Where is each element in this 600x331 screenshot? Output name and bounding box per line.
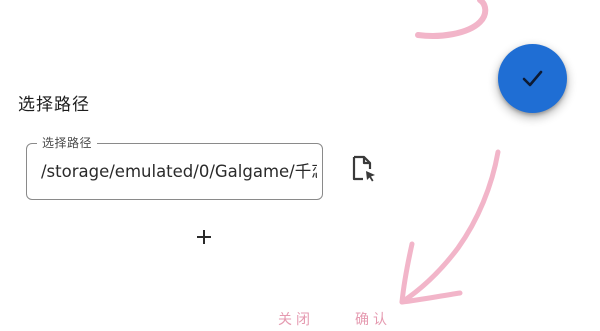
annotation-arrow-top [415,0,489,39]
annotation-overlay [399,0,501,305]
annotation-arrow-bottom [399,149,501,305]
path-dialog: 选择路径 选择路径 /storage/emulated/0/Galgame/千恋… [0,0,600,331]
